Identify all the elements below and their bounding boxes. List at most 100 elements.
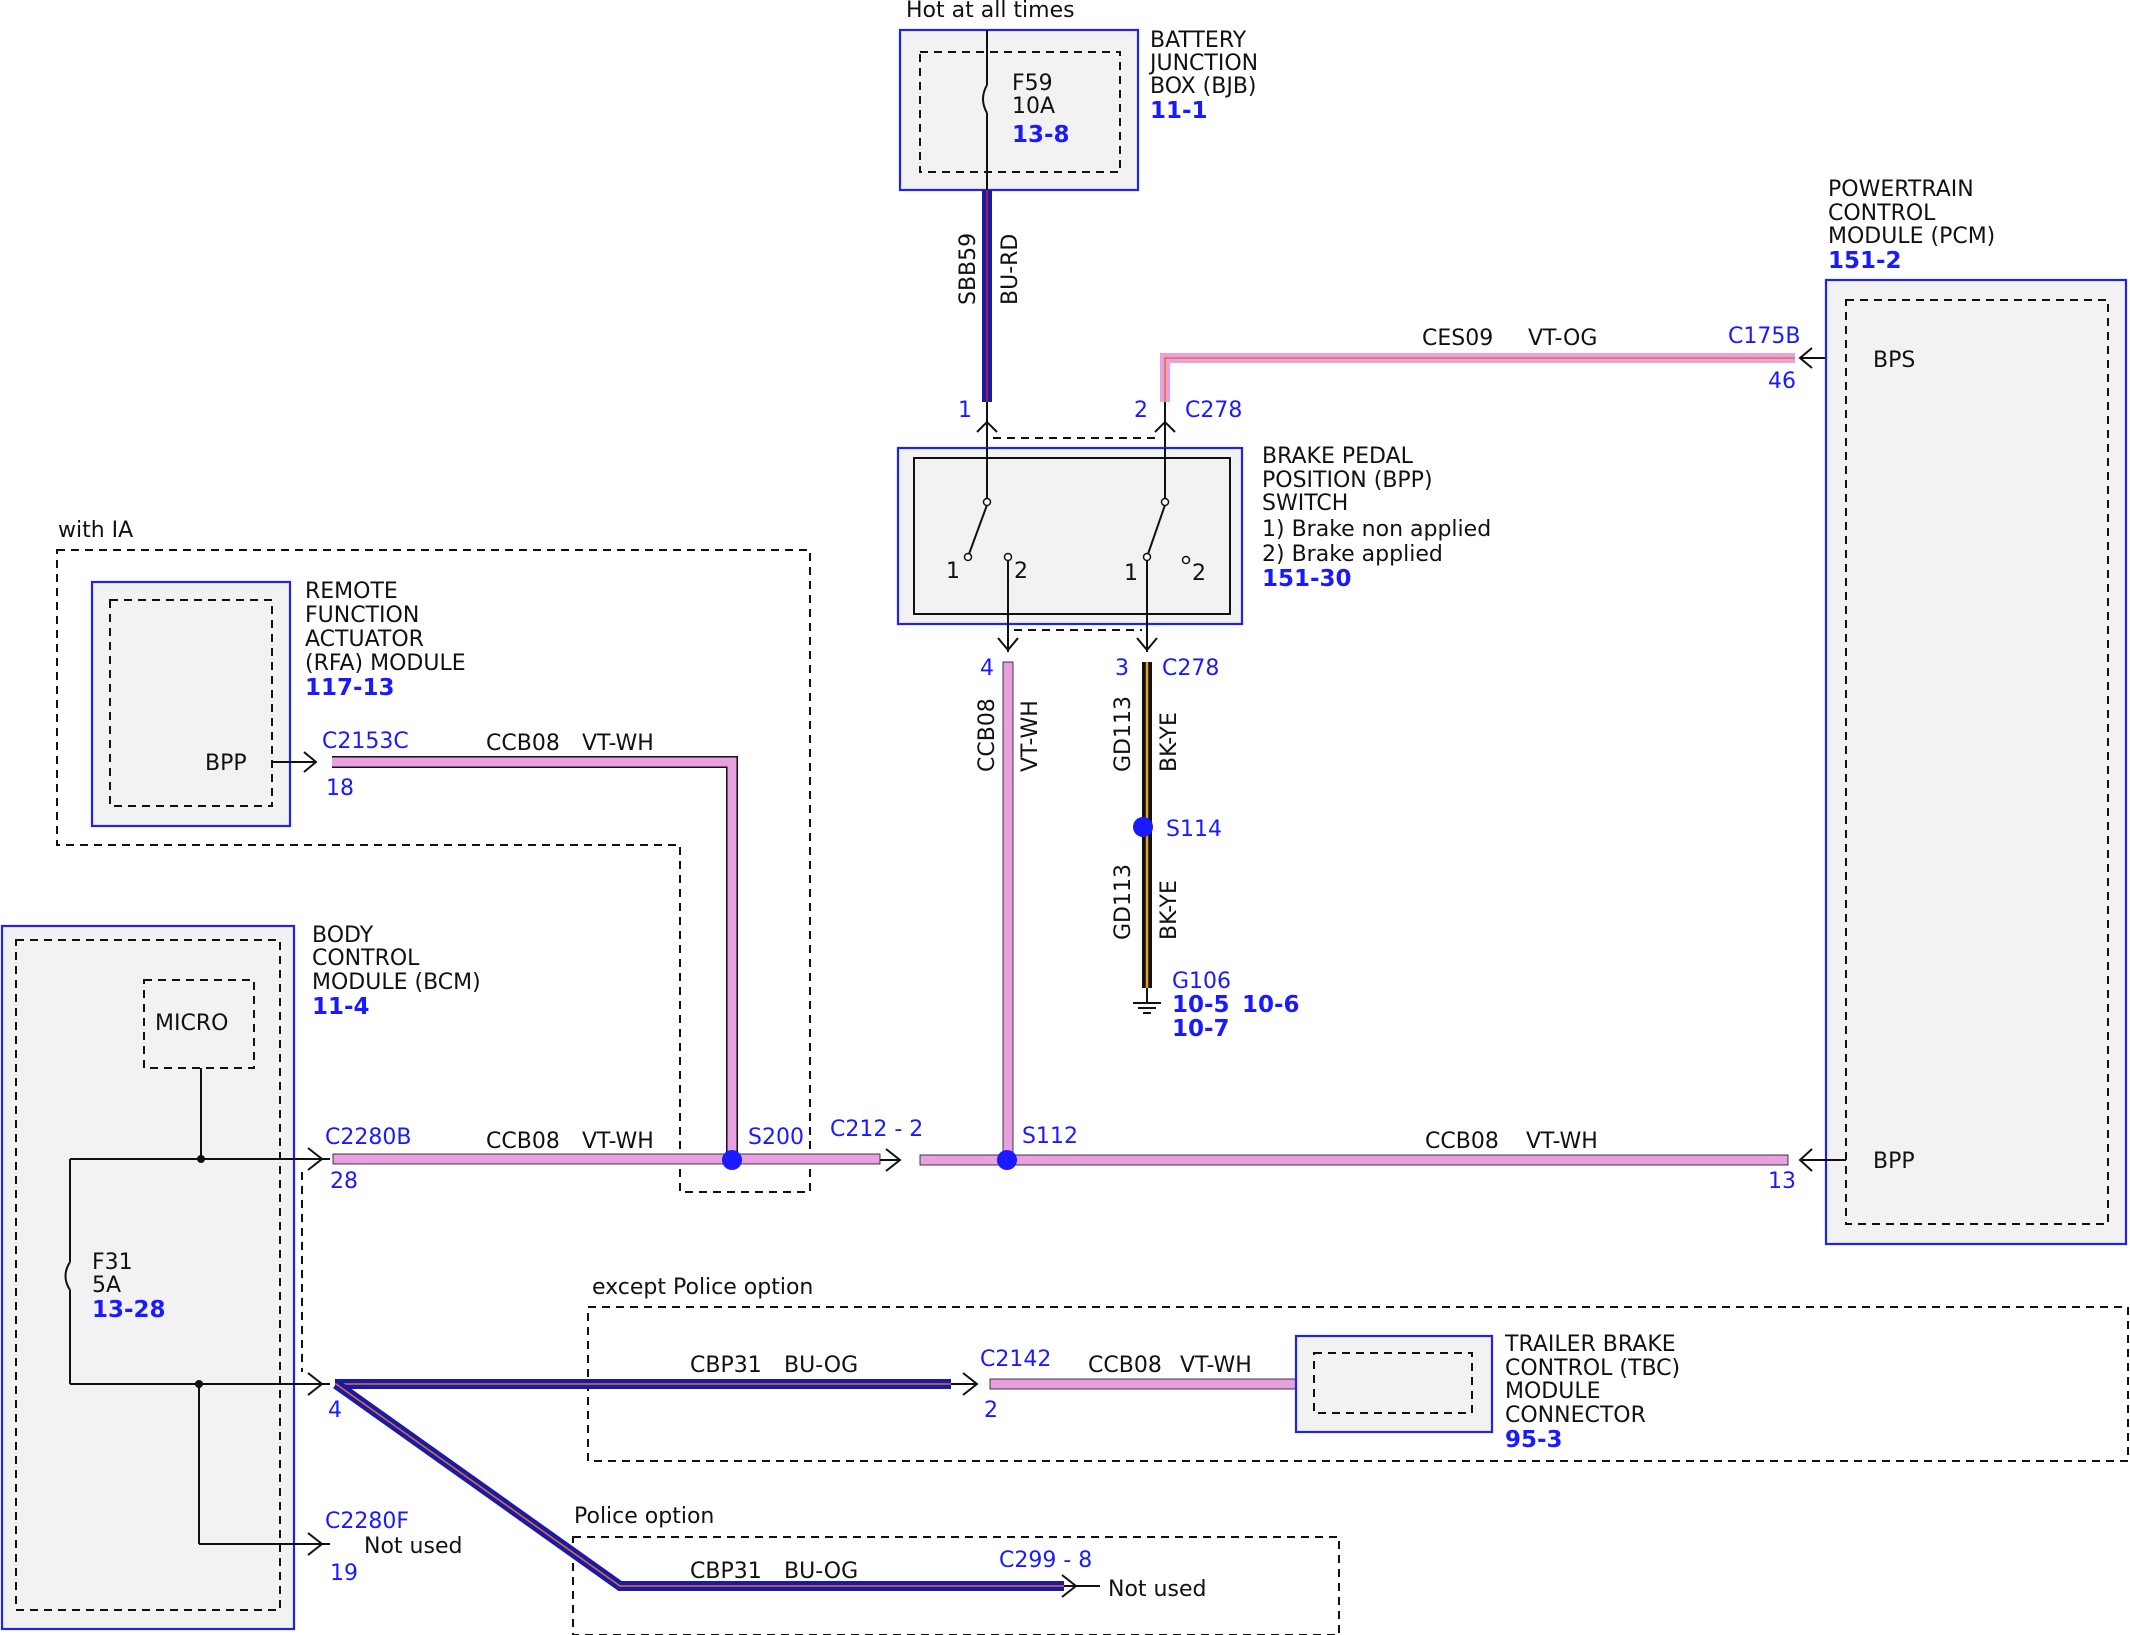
police-label: Police option xyxy=(574,1504,714,1529)
c2280b-pin4: 4 xyxy=(328,1398,342,1423)
c175b-pin13: 13 xyxy=(1768,1169,1796,1194)
wire-sbb59 xyxy=(982,190,992,402)
rfa-pin-bpp: BPP xyxy=(205,751,247,776)
bjb-title-3: BOX (BJB) xyxy=(1150,74,1257,99)
rfa-title-1: REMOTE xyxy=(305,579,398,604)
bcm-title-1: BODY xyxy=(312,923,374,948)
battery-junction-box: F59 10A 13-8 xyxy=(898,28,1140,192)
bpp-title-5: 2) Brake applied xyxy=(1262,542,1443,567)
splice-s200[interactable] xyxy=(722,1150,742,1170)
rfa-ref[interactable]: 117-13 xyxy=(305,675,395,701)
bcm-micro: MICRO xyxy=(155,1011,228,1036)
not-used-c299: Not used xyxy=(1108,1577,1206,1602)
pcm-ref[interactable]: 151-2 xyxy=(1828,248,1902,274)
fuse-f31-rating: 5A xyxy=(92,1273,121,1298)
c2142-pin: 2 xyxy=(984,1398,998,1423)
wire-cbp31-tbc xyxy=(335,1379,951,1389)
wire-cbp31-police-circuit: CBP31 xyxy=(690,1559,762,1584)
c278-bot-label[interactable]: C278 xyxy=(1162,656,1219,681)
wire-ccb08-rfa-circuit: CCB08 xyxy=(486,731,560,756)
bpp-switch-inner xyxy=(913,457,1231,615)
bpp-ref[interactable]: 151-30 xyxy=(1262,566,1352,592)
fuse-f31-name: F31 xyxy=(92,1250,133,1275)
tbc-title-2: CONTROL (TBC) xyxy=(1505,1356,1680,1381)
pcm-outline xyxy=(1824,278,2128,1246)
c278-bot-pin4: 4 xyxy=(980,656,994,681)
wire-gd113-a-circuit: GD113 xyxy=(1111,696,1136,772)
splice-s112[interactable] xyxy=(997,1150,1017,1170)
wire-ces09-circuit: CES09 xyxy=(1422,326,1493,351)
bpp-title-3: SWITCH xyxy=(1262,491,1348,516)
bpp-title-1: BRAKE PEDAL xyxy=(1262,444,1414,469)
wire-ccb08-pcm-color: VT-WH xyxy=(1526,1129,1598,1154)
switch-a-pos2: 2 xyxy=(1014,559,1028,584)
c2142-label[interactable]: C2142 xyxy=(980,1347,1051,1372)
bpp-switch: 1 2 1 2 xyxy=(896,446,1244,626)
c2153c-pin: 18 xyxy=(326,776,354,801)
c278-top-pin2: 2 xyxy=(1134,398,1148,423)
wire-cbp31-tbc-color: BU-OG xyxy=(784,1353,858,1378)
c2153c-label[interactable]: C2153C xyxy=(322,729,409,754)
wire-sbb59-color: BU-RD xyxy=(998,234,1023,305)
c175b-pin46: 46 xyxy=(1768,369,1796,394)
c278-top-label[interactable]: C278 xyxy=(1185,398,1242,423)
bpp-title-4: 1) Brake non applied xyxy=(1262,517,1491,542)
pcm-pin-bps: BPS xyxy=(1873,348,1915,373)
rfa-outline xyxy=(90,580,292,828)
bjb-title-1: BATTERY xyxy=(1150,28,1247,53)
tbc-ref[interactable]: 95-3 xyxy=(1505,1427,1563,1453)
splice-s114[interactable] xyxy=(1133,817,1153,837)
ground-icon xyxy=(1133,988,1161,1014)
wire-gd113-b-circuit: GD113 xyxy=(1111,864,1136,940)
bcm-title-2: CONTROL xyxy=(312,946,420,971)
ground-ref-3[interactable]: 10-7 xyxy=(1172,1016,1230,1042)
ground-ref-1[interactable]: 10-5 xyxy=(1172,992,1230,1018)
except-police-label: except Police option xyxy=(592,1275,813,1300)
bcm-outline xyxy=(0,924,296,1631)
wire-cbp31-police-color: BU-OG xyxy=(784,1559,858,1584)
rfa-title-4: (RFA) MODULE xyxy=(305,651,466,676)
tbc-module xyxy=(1294,1334,1494,1434)
wire-cbp31-tbc-circuit: CBP31 xyxy=(690,1353,762,1378)
c278-top-pin1: 1 xyxy=(958,398,972,423)
fuse-f59-ref[interactable]: 13-8 xyxy=(1012,122,1070,148)
bcm-title-3: MODULE (BCM) xyxy=(312,970,481,995)
c2280b-label[interactable]: C2280B xyxy=(325,1125,411,1150)
tbc-title-4: CONNECTOR xyxy=(1505,1403,1646,1428)
fuse-f31-ref[interactable]: 13-28 xyxy=(92,1297,166,1323)
fuse-f59-name: F59 xyxy=(1012,71,1053,96)
wire-ces09 xyxy=(1160,353,1795,402)
bpp-title-2: POSITION (BPP) xyxy=(1262,468,1433,493)
wire-ccb08-tbc-circuit: CCB08 xyxy=(1088,1353,1162,1378)
splice-s112-label: S112 xyxy=(1022,1124,1078,1149)
bcm-ref[interactable]: 11-4 xyxy=(312,994,370,1020)
pcm-title-3: MODULE (PCM) xyxy=(1828,224,1995,249)
c299-label[interactable]: C299 - 8 xyxy=(999,1548,1092,1573)
switch-b-pos1: 1 xyxy=(1124,561,1138,586)
wire-ccb08-rfa-color: VT-WH xyxy=(582,731,654,756)
bcm-module xyxy=(0,924,296,1631)
c175b-label[interactable]: C175B xyxy=(1728,324,1800,349)
wire-ccb08-vert-color: VT-WH xyxy=(1018,700,1043,772)
pcm-pin-bpp: BPP xyxy=(1873,1149,1915,1174)
wire-ccb08-pcm-circuit: CCB08 xyxy=(1425,1129,1499,1154)
rfa-title-3: ACTUATOR xyxy=(305,627,424,652)
wire-ccb08-tbc-color: VT-WH xyxy=(1180,1353,1252,1378)
rfa-module xyxy=(90,580,292,828)
tbc-title-3: MODULE xyxy=(1505,1379,1601,1404)
switch-a-pos1: 1 xyxy=(946,559,960,584)
bjb-ref[interactable]: 11-1 xyxy=(1150,98,1208,124)
not-used-c2280f: Not used xyxy=(364,1534,462,1559)
pcm-title-1: POWERTRAIN xyxy=(1828,177,1974,202)
wire-ccb08-bcm-circuit: CCB08 xyxy=(486,1129,560,1154)
fuse-f59-rating: 10A xyxy=(1012,94,1055,119)
ground-g106-label: G106 xyxy=(1172,969,1231,994)
with-ia-label: with IA xyxy=(58,518,133,543)
splice-s114-label: S114 xyxy=(1166,817,1222,842)
ground-ref-2[interactable]: 10-6 xyxy=(1242,992,1300,1018)
c2280b-pin28: 28 xyxy=(330,1169,358,1194)
c2280f-label[interactable]: C2280F xyxy=(325,1509,409,1534)
splice-s200-label: S200 xyxy=(748,1125,804,1150)
c212-label[interactable]: C212 - 2 xyxy=(830,1117,923,1142)
switch-b-pos2: 2 xyxy=(1192,561,1206,586)
